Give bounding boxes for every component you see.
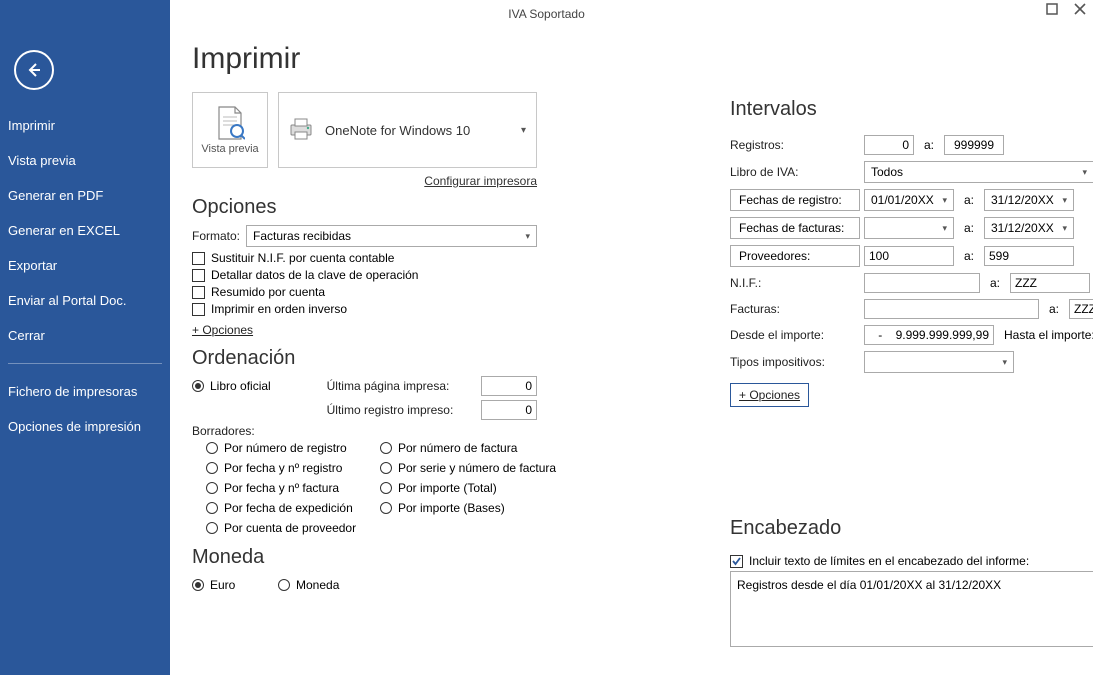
fecha-fac-from-dd[interactable]: ▾ [864, 217, 954, 239]
chevron-down-icon: ▾ [942, 195, 947, 206]
printer-icon [287, 117, 315, 144]
preview-button[interactable]: Vista previa [192, 92, 268, 168]
sidebar-item-imprimir[interactable]: Imprimir [0, 108, 170, 143]
preview-label: Vista previa [201, 143, 258, 155]
opciones-title: Opciones [192, 196, 537, 219]
sidebar-item-enviar-portal[interactable]: Enviar al Portal Doc. [0, 283, 170, 318]
ultima-pagina-input[interactable] [481, 376, 537, 396]
printer-name: OneNote for Windows 10 [325, 123, 470, 138]
chevron-down-icon: ▾ [1062, 195, 1067, 206]
rb-importe-bases[interactable]: Por importe (Bases) [380, 501, 560, 515]
registros-label: Registros: [730, 138, 860, 152]
sidebar-item-vista-previa[interactable]: Vista previa [0, 143, 170, 178]
proveedores-from-input[interactable] [864, 246, 954, 266]
rb-serie-factura[interactable]: Por serie y número de factura [380, 461, 560, 475]
fecha-reg-from-dd[interactable]: 01/01/20XX▾ [864, 189, 954, 211]
chevron-down-icon: ▾ [1082, 167, 1087, 178]
document-magnify-icon [215, 105, 245, 141]
sidebar-item-fichero-impresoras[interactable]: Fichero de impresoras [0, 374, 170, 409]
rb-fecha-factura[interactable]: Por fecha y nº factura [206, 481, 376, 495]
main-panel: Imprimir Vista previa [170, 28, 1093, 675]
nif-to-input[interactable] [1010, 273, 1090, 293]
rb-fecha-registro[interactable]: Por fecha y nº registro [206, 461, 376, 475]
nif-label: N.I.F.: [730, 276, 860, 290]
back-button[interactable] [14, 50, 54, 90]
page-title: Imprimir [192, 42, 537, 76]
libro-iva-dropdown[interactable]: Todos ▾ [864, 161, 1093, 183]
rb-num-factura[interactable]: Por número de factura [380, 441, 560, 455]
close-icon[interactable] [1073, 2, 1087, 16]
ordenacion-title: Ordenación [192, 347, 537, 370]
sidebar-item-exportar[interactable]: Exportar [0, 248, 170, 283]
intervalos-title: Intervalos [730, 98, 1093, 121]
ultimo-reg-input[interactable] [481, 400, 537, 420]
proveedores-to-input[interactable] [984, 246, 1074, 266]
rb-euro[interactable]: Euro [192, 578, 272, 592]
sidebar-item-generar-pdf[interactable]: Generar en PDF [0, 178, 170, 213]
rb-fecha-expedicion[interactable]: Por fecha de expedición [206, 501, 376, 515]
nif-from-input[interactable] [864, 273, 980, 293]
chevron-down-icon: ▾ [521, 125, 526, 136]
libro-iva-label: Libro de IVA: [730, 165, 860, 179]
tipos-label: Tipos impositivos: [730, 355, 860, 369]
cb-orden-inverso[interactable]: Imprimir en orden inverso [192, 302, 537, 316]
chevron-down-icon: ▾ [942, 223, 947, 234]
sidebar-item-generar-excel[interactable]: Generar en EXCEL [0, 213, 170, 248]
tipos-dropdown[interactable]: ▾ [864, 351, 1014, 373]
encabezado-title: Encabezado [730, 517, 1093, 540]
rb-num-registro[interactable]: Por número de registro [206, 441, 376, 455]
mas-opciones-intervalos-link[interactable]: + Opciones [730, 383, 809, 407]
chevron-down-icon: ▾ [1062, 223, 1067, 234]
rb-cuenta-proveedor[interactable]: Por cuenta de proveedor [206, 521, 376, 535]
formato-label: Formato: [192, 229, 240, 243]
fecha-reg-to-dd[interactable]: 31/12/20XX▾ [984, 189, 1074, 211]
sidebar: Imprimir Vista previa Generar en PDF Gen… [0, 0, 170, 675]
proveedores-button[interactable]: Proveedores: [730, 245, 860, 267]
rb-importe-total[interactable]: Por importe (Total) [380, 481, 560, 495]
cb-resumido-cuenta[interactable]: Resumido por cuenta [192, 285, 537, 299]
fechas-registro-button[interactable]: Fechas de registro: [730, 189, 860, 211]
fechas-facturas-button[interactable]: Fechas de facturas: [730, 217, 860, 239]
maximize-icon[interactable] [1045, 2, 1059, 16]
fecha-fac-to-dd[interactable]: 31/12/20XX▾ [984, 217, 1074, 239]
printer-dropdown[interactable]: OneNote for Windows 10 ▾ [278, 92, 537, 168]
hasta-importe-label: Hasta el importe: [1004, 328, 1093, 342]
configure-printer-link[interactable]: Configurar impresora [192, 174, 537, 188]
borradores-label: Borradores: [192, 424, 537, 438]
desde-importe-input[interactable] [864, 325, 994, 345]
rb-libro-oficial[interactable]: Libro oficial [192, 379, 321, 393]
registros-from-input[interactable] [864, 135, 914, 155]
facturas-from-input[interactable] [864, 299, 1039, 319]
encabezado-textarea[interactable] [730, 571, 1093, 647]
cb-detallar-clave[interactable]: Detallar datos de la clave de operación [192, 268, 537, 282]
registros-to-input[interactable] [944, 135, 1004, 155]
cb-incluir-limites[interactable]: Incluir texto de límites en el encabezad… [730, 554, 1093, 568]
sidebar-item-opciones-impresion[interactable]: Opciones de impresión [0, 409, 170, 444]
formato-dropdown[interactable]: Facturas recibidas ▾ [246, 225, 537, 247]
facturas-to-input[interactable] [1069, 299, 1093, 319]
ultima-pagina-label: Última página impresa: [327, 379, 475, 393]
ultimo-reg-label: Último registro impreso: [327, 403, 475, 417]
facturas-label: Facturas: [730, 302, 860, 316]
chevron-down-icon: ▾ [1002, 357, 1007, 368]
desde-importe-label: Desde el importe: [730, 328, 860, 342]
cb-sustituir-nif[interactable]: Sustituir N.I.F. por cuenta contable [192, 251, 537, 265]
sidebar-item-cerrar[interactable]: Cerrar [0, 318, 170, 353]
moneda-title: Moneda [192, 546, 537, 569]
rb-moneda[interactable]: Moneda [278, 578, 339, 592]
mas-opciones-link[interactable]: + Opciones [192, 323, 253, 337]
chevron-down-icon: ▾ [525, 231, 530, 242]
